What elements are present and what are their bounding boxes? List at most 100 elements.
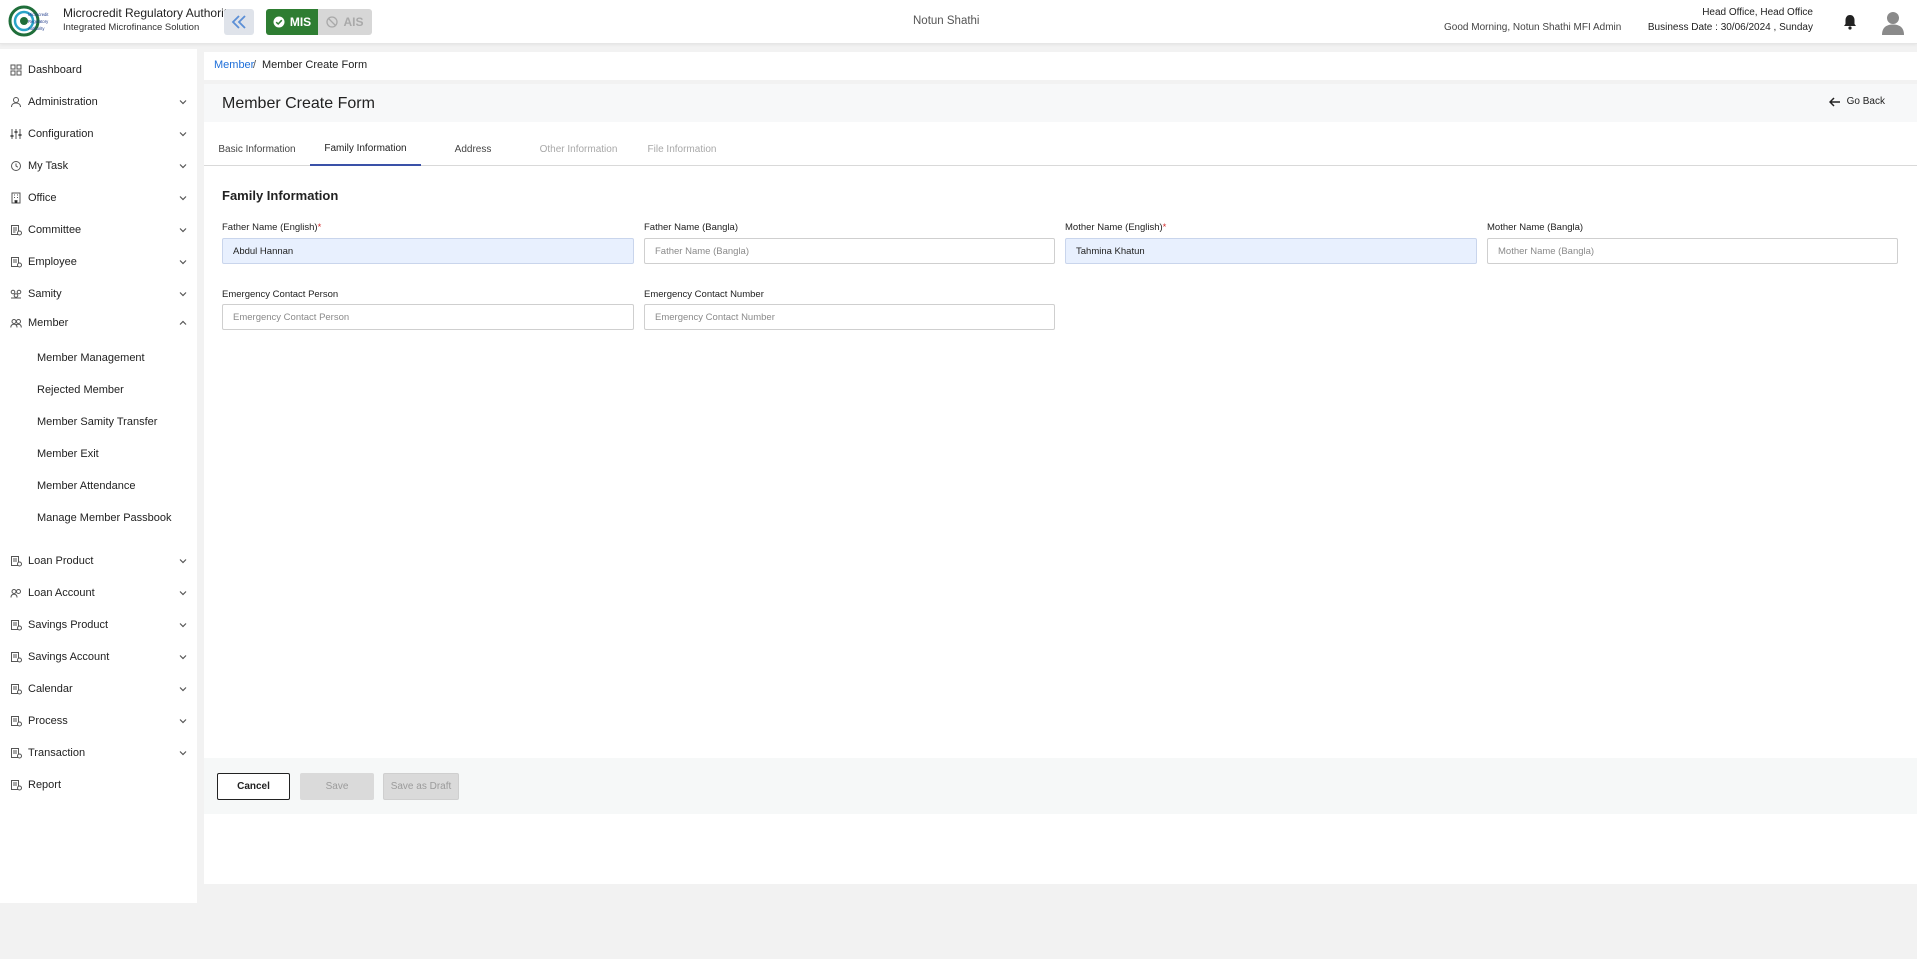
- chevron-down-icon: [179, 655, 187, 660]
- save-button[interactable]: Save: [300, 773, 374, 800]
- employee-icon: [11, 257, 22, 268]
- savings-product-icon: [11, 620, 22, 631]
- mother-name-english-label: Mother Name (English)*: [1065, 222, 1167, 233]
- sidebar-item-label: Loan Product: [28, 555, 94, 567]
- breadcrumb-current: Member Create Form: [262, 59, 368, 71]
- tab-family-information[interactable]: Family Information: [310, 133, 421, 166]
- required-mark: *: [1162, 222, 1167, 233]
- sidebar-item-samity[interactable]: Samity: [0, 283, 197, 305]
- sidebar-item-configuration[interactable]: Configuration: [0, 123, 197, 145]
- sidebar-item-loan-account[interactable]: Loan Account: [0, 582, 197, 604]
- sidebar-item-report[interactable]: Report: [0, 774, 197, 796]
- sidebar-item-office[interactable]: Office: [0, 187, 197, 209]
- sidebar-subitem-label: Rejected Member: [37, 384, 124, 396]
- loan-account-icon: [10, 589, 21, 598]
- breadcrumb-separator: /: [253, 59, 257, 71]
- sidebar-subitem-member-attendance[interactable]: Member Attendance: [0, 475, 197, 497]
- form-actions-bar: Cancel Save Save as Draft: [204, 758, 1917, 814]
- sidebar-item-label: Report: [28, 779, 62, 791]
- sidebar-subitem-rejected-member[interactable]: Rejected Member: [0, 379, 197, 401]
- sidebar-subitem-label: Member Management: [37, 352, 145, 364]
- tab-address[interactable]: Address: [421, 133, 525, 166]
- loan-product-icon: [11, 556, 22, 567]
- sidebar-item-label: Samity: [28, 288, 62, 300]
- chevron-down-icon: [179, 100, 187, 105]
- business-date: Business Date : 30/06/2024 , Sunday: [1647, 22, 1813, 33]
- sidebar-item-label: Process: [28, 715, 68, 727]
- chevron-down-icon: [179, 719, 187, 724]
- sidebar-collapse-button[interactable]: [224, 9, 254, 35]
- save-as-draft-button[interactable]: Save as Draft: [383, 773, 459, 800]
- mother-name-english-input[interactable]: [1065, 238, 1477, 264]
- father-name-english-input[interactable]: [222, 238, 634, 264]
- calendar-icon: [11, 684, 22, 695]
- sidebar-item-committee[interactable]: Committee: [0, 219, 197, 241]
- sidebar-subitem-label: Member Attendance: [37, 480, 136, 492]
- tab-basic-information[interactable]: Basic Information: [204, 133, 310, 166]
- sidebar-subitem-member-exit[interactable]: Member Exit: [0, 443, 197, 465]
- savings-account-icon: [11, 652, 22, 663]
- sidebar-item-label: Member: [28, 317, 69, 329]
- office-name: Head Office, Head Office: [1702, 7, 1813, 18]
- chevron-down-icon: [179, 559, 187, 564]
- user-avatar-icon[interactable]: [1880, 9, 1906, 35]
- sidebar-item-administration[interactable]: Administration: [0, 91, 197, 113]
- mis-label: MIS: [289, 15, 312, 29]
- sidebar-subitem-label: Manage Member Passbook: [37, 512, 172, 524]
- brand-title: Microcredit Regulatory Authority: [63, 6, 234, 20]
- sidebar-item-label: Transaction: [28, 747, 86, 759]
- svg-text:Authority: Authority: [28, 26, 45, 31]
- tab-other-information: Other Information: [539, 144, 618, 155]
- sidebar-item-loan-product[interactable]: Loan Product: [0, 550, 197, 572]
- cancel-button[interactable]: Cancel: [217, 773, 290, 800]
- admin-icon: [11, 97, 21, 108]
- main-content: Member Create Form Go Back Basic Informa…: [204, 84, 1917, 884]
- brand-subtitle: Integrated Microfinance Solution: [63, 22, 200, 33]
- sidebar-item-label: Committee: [28, 224, 82, 236]
- task-icon: [11, 161, 21, 171]
- disabled-circle-icon: [326, 16, 339, 28]
- sidebar-item-calendar[interactable]: Calendar: [0, 678, 197, 700]
- sidebar-subitem-label: Member Samity Transfer: [37, 416, 158, 428]
- sidebar-item-label: My Task: [28, 160, 69, 172]
- mis-module-button[interactable]: MIS: [266, 9, 318, 35]
- chevron-down-icon: [179, 132, 187, 137]
- sidebar-item-label: Office: [28, 192, 57, 204]
- sidebar-subitem-manage-member-passbook[interactable]: Manage Member Passbook: [0, 507, 197, 529]
- office-icon: [11, 192, 21, 204]
- sidebar-item-employee[interactable]: Employee: [0, 251, 197, 273]
- emergency-contact-number-input[interactable]: [644, 304, 1055, 330]
- mother-name-bangla-label: Mother Name (Bangla): [1487, 222, 1584, 233]
- emergency-contact-person-input[interactable]: [222, 304, 634, 330]
- sidebar-item-dashboard[interactable]: Dashboard: [0, 59, 197, 81]
- father-name-bangla-input[interactable]: [644, 238, 1055, 264]
- mra-logo: Microcredit Regulatory Authority: [8, 5, 49, 37]
- ais-label: AIS: [343, 15, 364, 29]
- page-title: Member Create Form: [222, 95, 375, 112]
- mother-name-bangla-input[interactable]: [1487, 238, 1898, 264]
- check-circle-icon: [273, 16, 285, 28]
- sidebar-subitem-member-management[interactable]: Member Management: [0, 347, 197, 369]
- sidebar-item-label: Administration: [28, 96, 98, 108]
- sidebar-item-transaction[interactable]: Transaction: [0, 742, 197, 764]
- sidebar-item-member[interactable]: Member: [0, 312, 197, 334]
- chevron-down-icon: [179, 196, 187, 201]
- top-header: Microcredit Regulatory Authority Microcr…: [0, 0, 1917, 44]
- sidebar-item-savings-account[interactable]: Savings Account: [0, 646, 197, 668]
- go-back-button[interactable]: Go Back: [1828, 96, 1885, 107]
- sidebar-item-savings-product[interactable]: Savings Product: [0, 614, 197, 636]
- greeting-text: Good Morning, Notun Shathi MFI Admin: [1444, 22, 1622, 33]
- sidebar: Dashboard Administration Configuration M…: [0, 49, 197, 903]
- sidebar-item-my-task[interactable]: My Task: [0, 155, 197, 177]
- sidebar-item-label: Calendar: [28, 683, 73, 695]
- breadcrumb-link-member[interactable]: Member: [214, 59, 254, 71]
- sidebar-subitem-member-samity-transfer[interactable]: Member Samity Transfer: [0, 411, 197, 433]
- sidebar-item-label: Savings Product: [28, 619, 109, 631]
- ais-module-button[interactable]: AIS: [318, 9, 372, 35]
- process-icon: [11, 716, 22, 727]
- sidebar-item-label: Savings Account: [28, 651, 110, 663]
- sidebar-item-label: Configuration: [28, 128, 94, 140]
- chevron-down-icon: [179, 164, 187, 169]
- sidebar-item-process[interactable]: Process: [0, 710, 197, 732]
- bell-icon[interactable]: [1841, 13, 1859, 31]
